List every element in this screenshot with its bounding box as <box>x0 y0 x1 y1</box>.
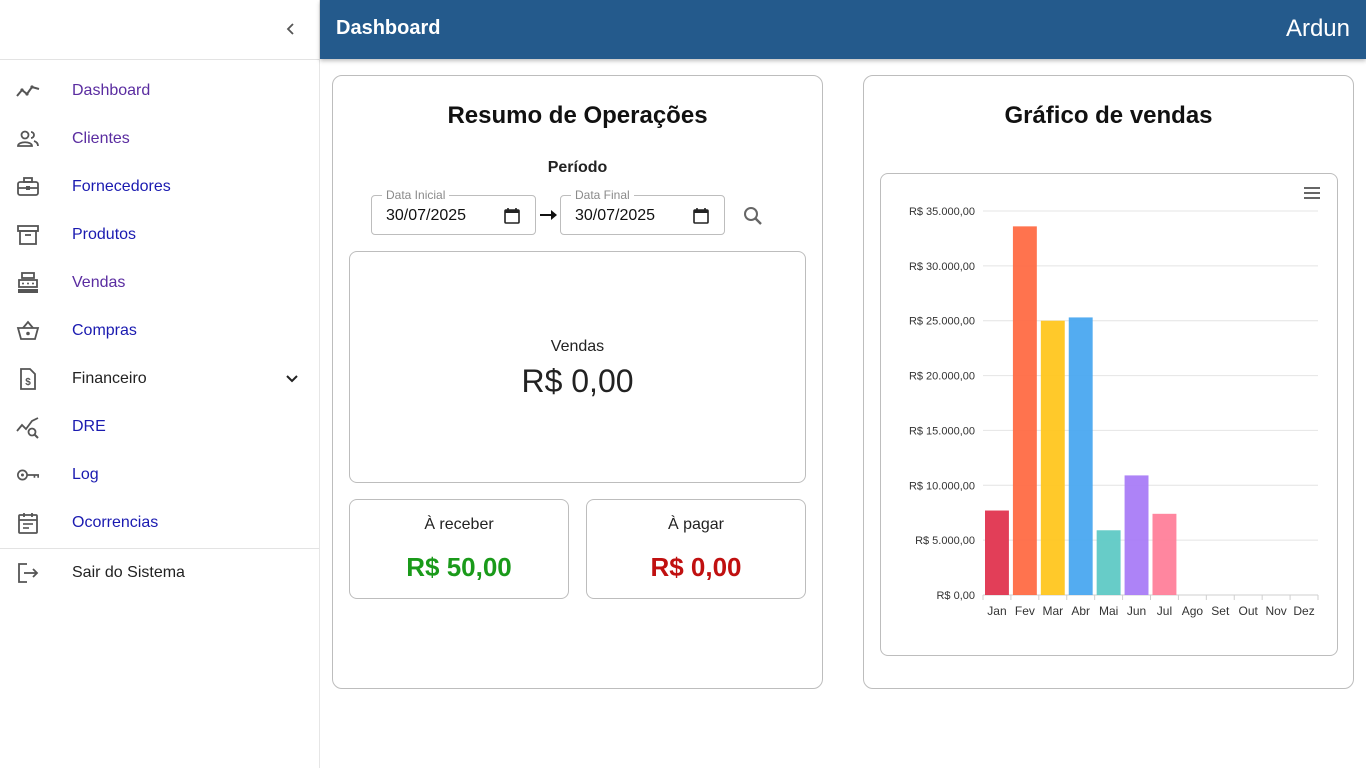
summary-card: Resumo de Operações Período Data Inicial… <box>332 75 823 689</box>
period-label: Período <box>547 159 608 176</box>
bar-jul <box>1152 513 1177 595</box>
bar-fev <box>1012 226 1037 596</box>
x-tick-label: Mai <box>1099 604 1118 618</box>
start-date-value: 30/07/2025 <box>386 207 467 224</box>
x-tick-label: Out <box>1239 604 1259 618</box>
y-tick-label: R$ 30.000,00 <box>909 261 975 273</box>
chevron-left-icon[interactable] <box>280 18 302 40</box>
y-tick-label: R$ 0,00 <box>936 590 975 602</box>
bar-mai <box>1096 530 1121 595</box>
payable-box: À pagar R$ 0,00 <box>586 499 806 599</box>
sidebar-item-label: Produtos <box>72 226 137 243</box>
invoice-dollar-icon: $ <box>16 367 40 391</box>
y-tick-label: R$ 5.000,00 <box>915 535 975 547</box>
x-tick-label: Mar <box>1042 604 1063 618</box>
receivable-box: À receber R$ 50,00 <box>349 499 569 599</box>
sidebar-item-dashboard[interactable]: Dashboard <box>0 67 319 115</box>
sidebar-item-produtos[interactable]: Produtos <box>0 211 319 259</box>
x-tick-label: Dez <box>1293 604 1314 618</box>
sidebar-item-ocorrencias[interactable]: Ocorrencias <box>0 499 319 547</box>
sidebar-item-label: DRE <box>72 418 106 435</box>
sales-label: Vendas <box>550 338 605 355</box>
bar-mar <box>1040 320 1065 595</box>
archive-box-icon <box>16 223 40 247</box>
receivable-value: R$ 50,00 <box>406 552 512 582</box>
end-date-value: 30/07/2025 <box>575 207 656 224</box>
chart-search-icon <box>16 415 40 439</box>
sidebar-nav: Dashboard Clientes Fornecedores Produtos… <box>0 60 319 547</box>
people-icon <box>16 127 40 151</box>
sidebar-item-dre[interactable]: DRE <box>0 403 319 451</box>
sidebar-item-label: Dashboard <box>72 82 151 99</box>
user-name[interactable]: Ardun <box>1286 15 1350 43</box>
x-tick-label: Abr <box>1071 604 1090 618</box>
chart-container: R$ 0,00 R$ 5.000,00 R$ 10.000,00 R$ 15.000,… <box>880 173 1338 656</box>
bar-jun <box>1124 475 1149 595</box>
sidebar-item-log[interactable]: Log <box>0 451 319 499</box>
sidebar-item-label: Log <box>72 466 99 483</box>
sidebar-item-label: Financeiro <box>72 370 147 387</box>
sidebar-header <box>0 0 319 60</box>
chart-card-title: Gráfico de vendas <box>1004 102 1213 129</box>
end-date-field[interactable]: Data Final 30/07/2025 <box>560 188 725 235</box>
sidebar-item-label: Compras <box>72 322 137 339</box>
key-icon <box>16 463 40 487</box>
sidebar-item-fornecedores[interactable]: Fornecedores <box>0 163 319 211</box>
y-tick-label: R$ 25.000,00 <box>909 316 975 328</box>
payable-value: R$ 0,00 <box>650 552 742 582</box>
sidebar-item-label: Vendas <box>72 274 126 291</box>
calendar-picker-icon[interactable] <box>503 207 521 225</box>
sidebar-item-financeiro[interactable]: $ Financeiro <box>0 355 319 403</box>
bar-abr <box>1068 317 1093 595</box>
chevron-down-icon[interactable] <box>280 367 304 391</box>
svg-text:$: $ <box>25 377 31 388</box>
sidebar-item-label: Clientes <box>72 130 130 147</box>
sales-bar-chart: R$ 0,00 R$ 5.000,00 R$ 10.000,00 R$ 15.000,… <box>909 206 1319 618</box>
trend-line-icon <box>16 79 40 103</box>
x-tick-label: Fev <box>1015 604 1035 618</box>
arrow-right-icon <box>540 210 557 220</box>
start-date-field[interactable]: Data Inicial 30/07/2025 <box>371 188 536 235</box>
calendar-picker-icon[interactable] <box>692 207 710 225</box>
y-tick-label: R$ 15.000,00 <box>909 425 975 437</box>
bar-jan <box>985 510 1009 595</box>
logout-label: Sair do Sistema <box>72 564 185 581</box>
sidebar-item-clientes[interactable]: Clientes <box>0 115 319 163</box>
sidebar: Dashboard Clientes Fornecedores Produtos… <box>0 0 320 768</box>
cash-register-icon <box>16 271 40 295</box>
x-tick-label: Nov <box>1265 604 1286 618</box>
calendar-icon <box>16 511 40 535</box>
sales-chart-card: Gráfico de vendas R$ 0,00 R$ 5.000,00 R$ 1… <box>863 75 1354 689</box>
summary-title: Resumo de Operações <box>447 102 708 129</box>
y-tick-label: R$ 10.000,00 <box>909 480 975 492</box>
x-tick-label: Jun <box>1127 604 1146 618</box>
sales-value: R$ 0,00 <box>521 363 634 399</box>
sidebar-item-vendas[interactable]: Vendas <box>0 259 319 307</box>
x-tick-label: Set <box>1211 604 1230 618</box>
x-tick-label: Jul <box>1157 604 1172 618</box>
page-title: Dashboard <box>336 17 441 39</box>
sidebar-item-compras[interactable]: Compras <box>0 307 319 355</box>
sidebar-item-label: Fornecedores <box>72 178 171 195</box>
sidebar-item-label: Ocorrencias <box>72 514 159 531</box>
y-tick-label: R$ 35.000,00 <box>909 206 975 218</box>
briefcase-icon <box>16 175 40 199</box>
y-tick-label: R$ 20.000,00 <box>909 371 975 383</box>
start-date-legend: Data Inicial <box>382 188 450 202</box>
x-tick-label: Ago <box>1182 604 1204 618</box>
search-icon[interactable] <box>741 204 765 228</box>
x-tick-label: Jan <box>987 604 1006 618</box>
end-date-legend: Data Final <box>571 188 634 202</box>
basket-icon <box>16 319 40 343</box>
receivable-label: À receber <box>424 516 494 533</box>
sales-summary-box: Vendas R$ 0,00 <box>349 251 806 483</box>
app-header: Dashboard Ardun <box>320 0 1366 59</box>
logout-icon <box>16 561 40 585</box>
logout-button[interactable]: Sair do Sistema <box>0 549 319 597</box>
payable-label: À pagar <box>667 516 725 533</box>
